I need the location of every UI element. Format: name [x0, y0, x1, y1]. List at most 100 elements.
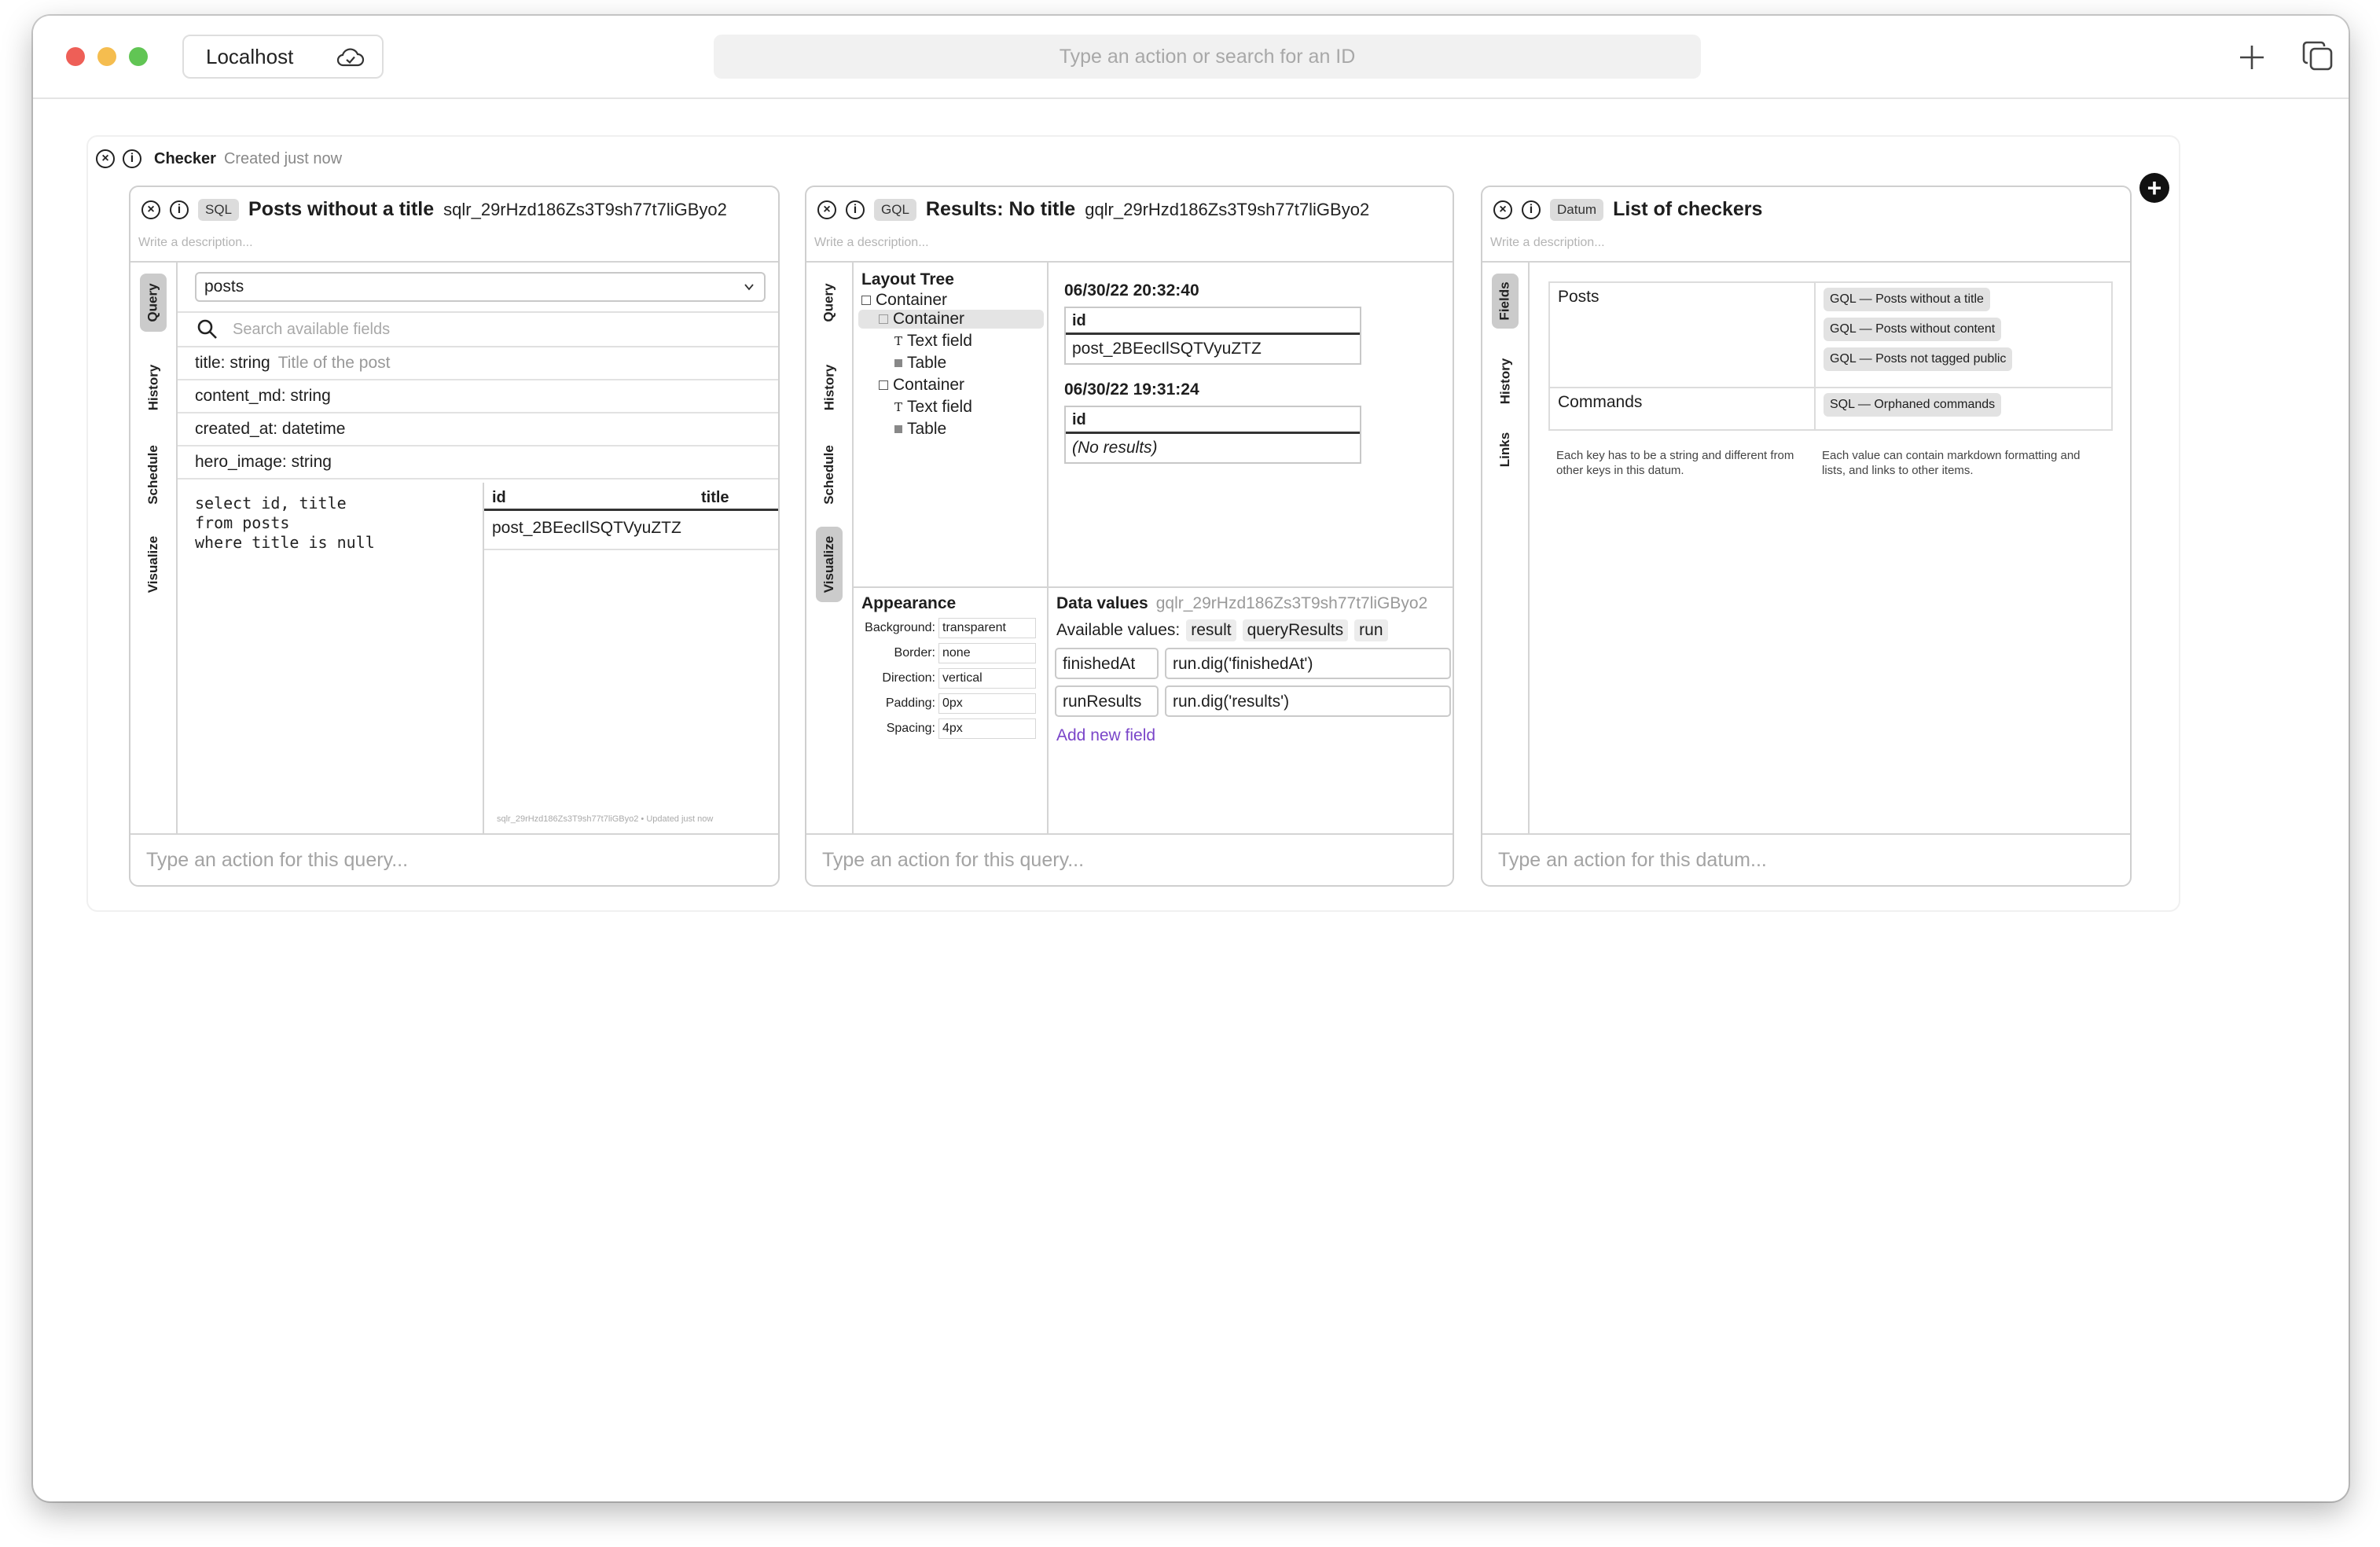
action-input[interactable]: Type an action for this datum... [1482, 833, 2130, 885]
datum-value[interactable]: GQL — Posts without a title GQL — Posts … [1816, 283, 2111, 387]
plus-icon[interactable] [2237, 42, 2267, 72]
data-value-expression-input[interactable]: run.dig('results') [1165, 685, 1451, 717]
panel-title[interactable]: Results: No title [926, 198, 1075, 221]
action-input[interactable]: Type an action for this query... [806, 833, 1453, 885]
host-selector[interactable]: Localhost [182, 35, 384, 79]
appearance-row: Border: none [854, 641, 1042, 665]
close-icon[interactable]: × [141, 200, 160, 219]
panel-header: × i GQL Results: No title gqlr_29rHzd186… [806, 187, 1453, 263]
tab-query[interactable]: Query [816, 274, 843, 332]
tab-fields[interactable]: Fields [1492, 274, 1519, 329]
column-header-id[interactable]: id [492, 489, 506, 507]
appearance-value-input[interactable]: 0px [938, 693, 1036, 714]
datum-key[interactable]: Commands [1550, 388, 1816, 429]
datum-table: Posts GQL — Posts without a title GQL — … [1548, 281, 2113, 431]
tree-node-container[interactable]: Container [879, 376, 964, 395]
tab-history[interactable]: History [1492, 349, 1519, 413]
description-field[interactable]: Write a description... [1490, 236, 1605, 250]
field-search-placeholder: Search available fields [233, 320, 391, 338]
checker-name: Checker [154, 149, 216, 167]
panel-title[interactable]: Posts without a title [248, 198, 434, 221]
results-table: id title post_2BEecIlSQTVyuZTZ sqlr_29rH… [483, 483, 778, 833]
description-field[interactable]: Write a description... [814, 236, 929, 250]
data-value-key-input[interactable]: runResults [1055, 685, 1159, 717]
action-input[interactable]: Type an action for this query... [130, 833, 778, 885]
vertical-tabs: Query History Schedule Visualize [806, 263, 854, 833]
tree-node-table[interactable]: Table [894, 354, 946, 373]
key-hint: Each key has to be a string and differen… [1556, 449, 1794, 477]
container-icon [879, 314, 888, 324]
tab-schedule[interactable]: Schedule [816, 437, 843, 513]
datum-key[interactable]: Posts [1550, 283, 1816, 387]
info-icon[interactable]: i [123, 149, 141, 168]
tab-schedule[interactable]: Schedule [140, 437, 167, 513]
close-window-button[interactable] [66, 47, 85, 66]
zoom-window-button[interactable] [129, 47, 148, 66]
run-table-cell[interactable]: post_2BEecIlSQTVyuZTZ [1066, 335, 1360, 363]
run-table-cell: (No results) [1072, 439, 1158, 457]
tab-visualize[interactable]: Visualize [140, 527, 167, 602]
results-footer: sqlr_29rHzd186Zs3T9sh77t7liGByo2 • Updat… [497, 814, 714, 824]
layout-tree-title: Layout Tree [861, 270, 954, 288]
tree-node-table[interactable]: Table [894, 420, 946, 439]
description-field[interactable]: Write a description... [138, 236, 253, 250]
field-row[interactable]: title: string Title of the post [178, 347, 778, 380]
field-row[interactable]: created_at: datetime [178, 413, 778, 446]
available-value-chip[interactable]: result [1186, 619, 1236, 641]
row-divider [484, 549, 778, 550]
minimize-window-button[interactable] [97, 47, 116, 66]
data-value-key-input[interactable]: finishedAt [1055, 648, 1159, 679]
add-new-field-link[interactable]: Add new field [1056, 726, 1155, 745]
title-bar: Localhost Type an action or search for a… [33, 16, 2349, 99]
close-icon[interactable]: × [817, 200, 836, 219]
data-value-expression-input[interactable]: run.dig('finishedAt') [1165, 648, 1451, 679]
command-search[interactable]: Type an action or search for an ID [714, 35, 1701, 79]
field-name: created_at: datetime [195, 420, 346, 438]
appearance-row: Background: transparent [854, 616, 1042, 640]
checker-meta: Created just now [223, 149, 343, 167]
field-row[interactable]: content_md: string [178, 380, 778, 413]
linked-item-pill[interactable]: SQL — Orphaned commands [1824, 393, 2002, 417]
tab-history[interactable]: History [816, 355, 843, 420]
tree-node-container[interactable]: Container [861, 291, 947, 310]
appearance-value-input[interactable]: transparent [938, 618, 1036, 638]
appearance-row: Direction: vertical [854, 667, 1042, 690]
linked-item-pill[interactable]: GQL — Posts without content [1824, 318, 2002, 341]
field-search-input[interactable]: Search available fields [178, 311, 778, 347]
info-icon[interactable]: i [1522, 200, 1541, 219]
info-icon[interactable]: i [170, 200, 189, 219]
available-value-chip[interactable]: queryResults [1242, 619, 1349, 641]
tree-node-container[interactable]: Container [858, 310, 1044, 329]
sql-query-editor[interactable]: select id, title from posts where title … [195, 494, 375, 553]
result-cell-id[interactable]: post_2BEecIlSQTVyuZTZ [492, 519, 681, 538]
tab-history[interactable]: History [140, 355, 167, 420]
available-value-chip[interactable]: run [1354, 619, 1388, 641]
tab-links[interactable]: Links [1492, 426, 1519, 473]
appearance-value-input[interactable]: 4px [938, 718, 1036, 739]
info-icon[interactable]: i [846, 200, 865, 219]
close-icon[interactable]: × [96, 149, 115, 168]
vertical-tabs: Fields History Links [1482, 263, 1530, 833]
field-row[interactable]: hero_image: string [178, 446, 778, 480]
linked-item-pill[interactable]: GQL — Posts not tagged public [1824, 347, 2013, 371]
datum-value[interactable]: SQL — Orphaned commands [1816, 388, 2111, 429]
app-window: Localhost Type an action or search for a… [33, 16, 2349, 1501]
table-select[interactable]: posts [195, 272, 766, 302]
appearance-value-input[interactable]: none [938, 643, 1036, 663]
field-description: Title of the post [277, 354, 391, 372]
linked-item-pill[interactable]: GQL — Posts without a title [1824, 288, 1990, 311]
add-panel-button[interactable]: + [2139, 173, 2169, 203]
appearance-row: Padding: 0px [854, 692, 1042, 715]
column-header-title[interactable]: title [701, 489, 729, 507]
duplicate-window-icon[interactable] [2301, 39, 2334, 72]
close-icon[interactable]: × [1493, 200, 1512, 219]
tree-node-text-field[interactable]: T Text field [894, 332, 972, 351]
text-field-icon: T [894, 400, 903, 414]
tab-query[interactable]: Query [140, 274, 167, 332]
tree-node-text-field[interactable]: T Text field [894, 398, 972, 417]
panel-title[interactable]: List of checkers [1613, 198, 1762, 221]
appearance-row: Spacing: 4px [854, 717, 1042, 740]
run-table: id (No results) [1064, 406, 1361, 464]
tab-visualize[interactable]: Visualize [816, 527, 843, 602]
appearance-value-input[interactable]: vertical [938, 668, 1036, 689]
